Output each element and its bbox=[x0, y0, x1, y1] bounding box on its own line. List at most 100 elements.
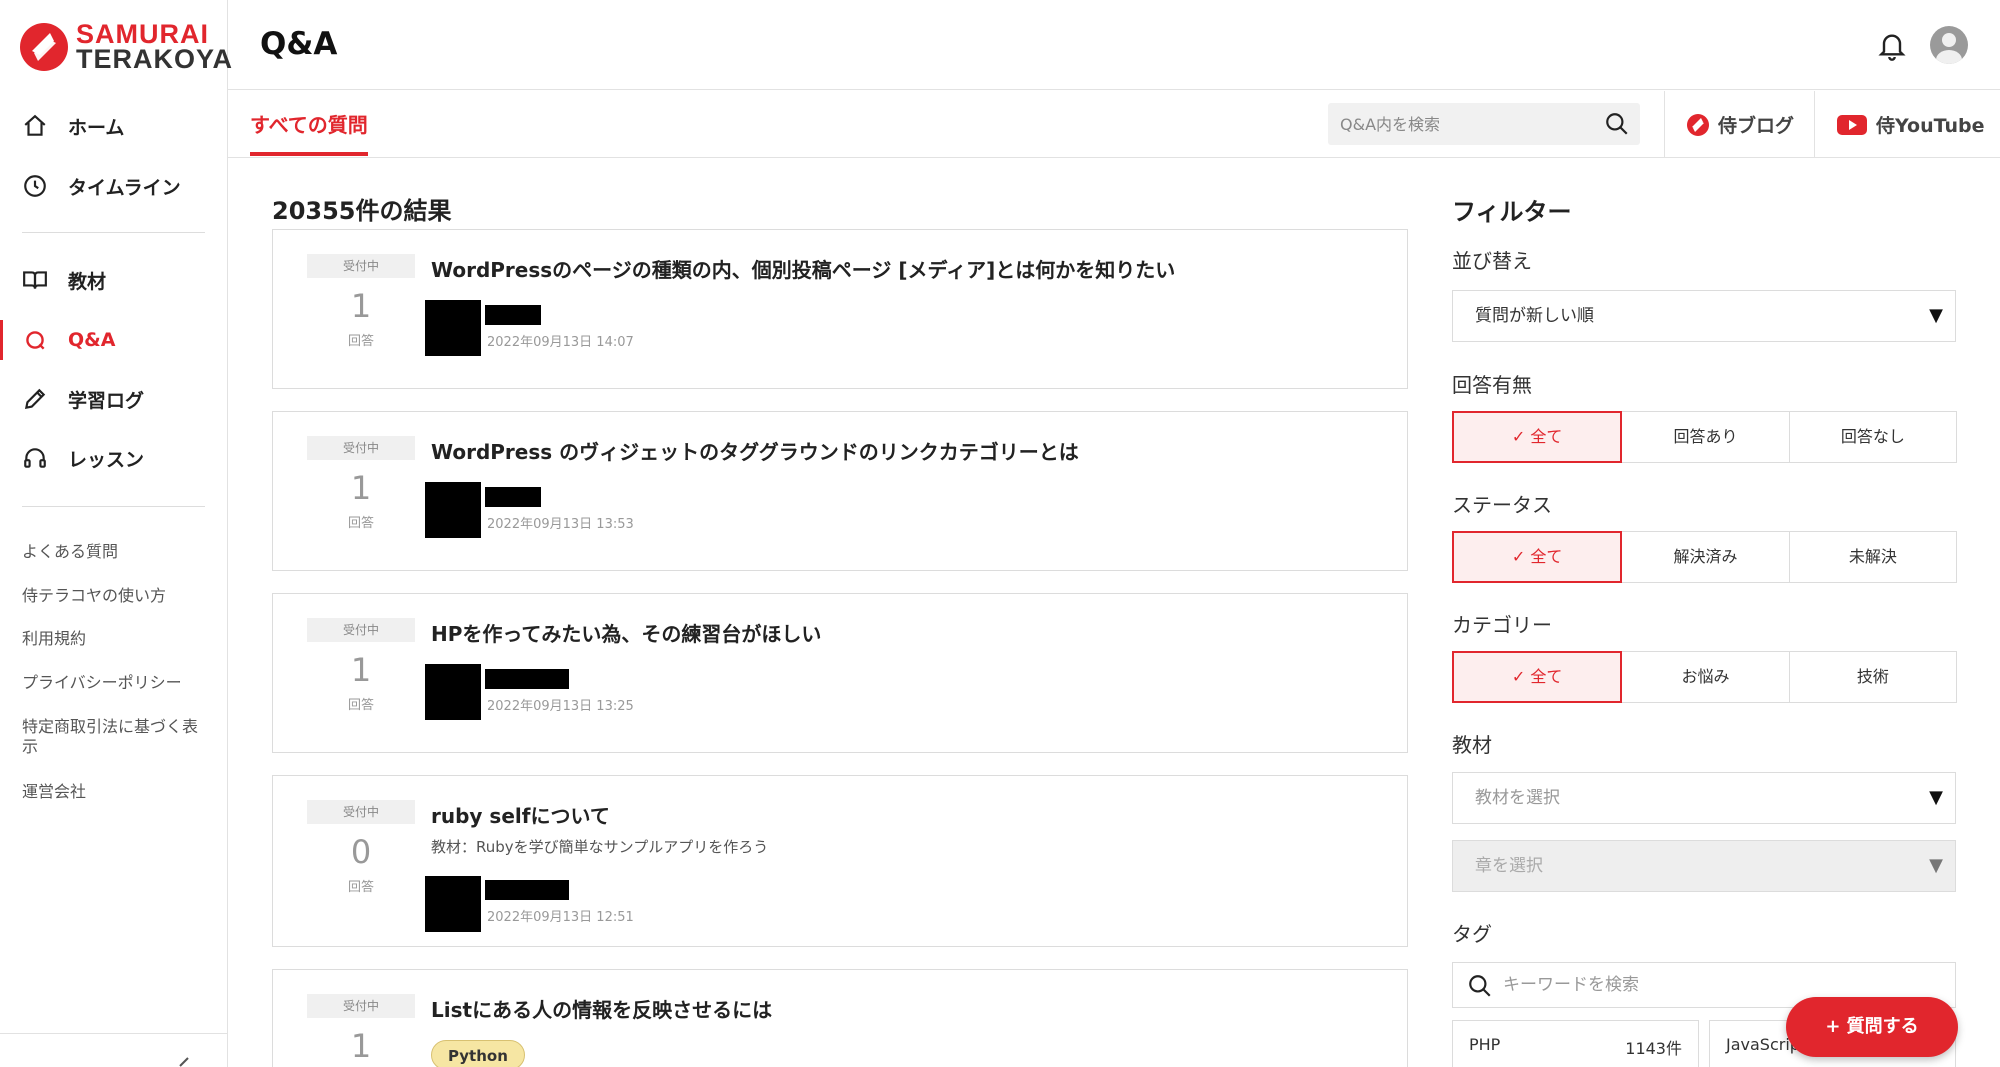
qa-icon bbox=[26, 331, 45, 350]
answer-filter-all[interactable]: ✓ 全て bbox=[1452, 411, 1623, 463]
subbar-separator bbox=[1664, 91, 1665, 158]
footer-link-howto[interactable]: 侍テラコヤの使い方 bbox=[22, 586, 212, 606]
question-title[interactable]: HPを作ってみたい為、その練習台がほしい bbox=[431, 618, 821, 647]
youtube-link[interactable]: 侍YouTube bbox=[1836, 111, 1984, 138]
question-card[interactable]: 受付中 1 回答 WordPress のヴィジェットのタググラウンドのリンクカテ… bbox=[272, 411, 1408, 571]
bell-icon[interactable] bbox=[1876, 29, 1908, 65]
sort-select[interactable]: 質問が新しい順 ▼ bbox=[1452, 290, 1956, 342]
question-title[interactable]: WordPress のヴィジェットのタググラウンドのリンクカテゴリーとは bbox=[431, 436, 1079, 465]
footer-link-terms[interactable]: 利用規約 bbox=[22, 629, 212, 649]
status-filter-label: ステータス bbox=[1452, 493, 1552, 517]
footer-link-faq[interactable]: よくある質問 bbox=[22, 542, 212, 562]
nav-label-timeline: タイムライン bbox=[68, 176, 181, 199]
tag-option-name: PHP bbox=[1469, 1035, 1501, 1054]
tab-all-questions[interactable]: すべての質問 bbox=[250, 109, 368, 156]
chapter-select: 章を選択 ▼ bbox=[1452, 840, 1956, 892]
category-filter-tech[interactable]: 技術 bbox=[1788, 651, 1957, 703]
sidebar-collapse[interactable] bbox=[0, 1033, 227, 1067]
answer-count: 1 bbox=[350, 469, 372, 507]
answer-count-label: 回答 bbox=[347, 698, 374, 713]
question-card[interactable]: 受付中 1 回答 WordPressのページの種類の内、個別投稿ページ [メディ… bbox=[272, 229, 1408, 389]
qa-search-input[interactable] bbox=[1328, 103, 1598, 145]
tag-option[interactable]: PHP 1143件 bbox=[1452, 1020, 1699, 1067]
nav-item-learning-log[interactable]: 学習ログ bbox=[0, 373, 227, 425]
author-name-redacted bbox=[485, 880, 569, 900]
page-title: Q&A bbox=[260, 26, 338, 62]
answer-count: 0 bbox=[350, 833, 372, 871]
nav-item-materials[interactable]: 教材 bbox=[0, 254, 227, 306]
nav-divider bbox=[22, 232, 205, 233]
check-icon: ✓ bbox=[1511, 427, 1531, 446]
answer-filter-all-label: 全て bbox=[1530, 427, 1563, 446]
question-card[interactable]: 受付中 1 Listにある人の情報を反映させるには Python bbox=[272, 969, 1408, 1067]
answer-count: 1 bbox=[350, 651, 372, 689]
question-date: 2022年09月13日 13:53 bbox=[487, 517, 634, 532]
question-title[interactable]: ruby selfについて bbox=[431, 800, 610, 829]
answer-count: 1 bbox=[350, 287, 372, 325]
author-avatar[interactable] bbox=[425, 482, 481, 538]
material-select[interactable]: 教材を選択 ▼ bbox=[1452, 772, 1956, 824]
category-filter-label: カテゴリー bbox=[1452, 613, 1552, 637]
status-filter-unresolved[interactable]: 未解決 bbox=[1788, 531, 1957, 583]
nav-label-lessons: レッスン bbox=[68, 448, 145, 471]
question-date: 2022年09月13日 13:25 bbox=[487, 699, 634, 714]
check-icon: ✓ bbox=[1511, 667, 1531, 686]
nav-item-qa[interactable]: Q&A bbox=[0, 314, 227, 366]
pencil-icon bbox=[24, 388, 46, 410]
author-avatar[interactable] bbox=[425, 876, 481, 932]
sub-navigation: すべての質問 侍ブログ 侍YouTube bbox=[228, 91, 2000, 158]
youtube-link-label: 侍YouTube bbox=[1876, 115, 1985, 137]
category-filter-all[interactable]: ✓ 全て bbox=[1452, 651, 1623, 703]
answer-filter-answered[interactable]: 回答あり bbox=[1621, 411, 1790, 463]
author-avatar[interactable] bbox=[425, 664, 481, 720]
footer-link-commerce-law[interactable]: 特定商取引法に基づく表示 bbox=[22, 717, 207, 757]
category-filter: ✓ 全て お悩み 技術 bbox=[1452, 651, 1957, 703]
top-header: Q&A bbox=[228, 0, 2000, 90]
status-filter-resolved[interactable]: 解決済み bbox=[1621, 531, 1790, 583]
footer-link-privacy[interactable]: プライバシーポリシー bbox=[22, 673, 212, 693]
sort-label: 並び替え bbox=[1452, 249, 1532, 273]
user-avatar[interactable] bbox=[1930, 26, 1968, 64]
brand-wordmark: SAMURAI TERAKOYA bbox=[76, 21, 233, 73]
search-icon bbox=[1469, 975, 1491, 997]
nav-item-home[interactable]: ホーム bbox=[0, 100, 227, 152]
status-badge: 受付中 bbox=[307, 994, 415, 1018]
nav-label-qa: Q&A bbox=[68, 329, 116, 351]
brand-logo[interactable]: SAMURAI TERAKOYA bbox=[20, 21, 233, 73]
ask-question-button[interactable]: + 質問する bbox=[1786, 997, 1958, 1057]
tag-pill[interactable]: Python bbox=[431, 1040, 525, 1067]
caret-down-icon: ▼ bbox=[1929, 787, 1943, 808]
caret-down-icon: ▼ bbox=[1929, 305, 1943, 326]
app-root: SAMURAI TERAKOYA ホーム タイムライン 教材 Q&A 学習ログ … bbox=[0, 0, 2000, 1067]
blog-link[interactable]: 侍ブログ bbox=[1686, 111, 1794, 138]
status-filter-all[interactable]: ✓ 全て bbox=[1452, 531, 1623, 583]
author-name-redacted bbox=[485, 305, 541, 325]
qa-search bbox=[1328, 103, 1640, 145]
answer-count: 1 bbox=[350, 1027, 372, 1065]
footer-link-company[interactable]: 運営会社 bbox=[22, 782, 212, 802]
answer-count-label: 回答 bbox=[347, 516, 374, 531]
search-icon[interactable] bbox=[1604, 111, 1630, 137]
answer-count-label: 回答 bbox=[347, 334, 374, 349]
nav-label-home: ホーム bbox=[68, 116, 125, 139]
question-date: 2022年09月13日 12:51 bbox=[487, 910, 634, 925]
youtube-icon bbox=[1837, 114, 1867, 135]
filters-title: フィルター bbox=[1452, 198, 1572, 226]
subbar-separator-2 bbox=[1814, 91, 1815, 158]
question-title[interactable]: Listにある人の情報を反映させるには bbox=[431, 994, 772, 1023]
question-card[interactable]: 受付中 1 回答 HPを作ってみたい為、その練習台がほしい 2022年09月13… bbox=[272, 593, 1408, 753]
nav-label-materials: 教材 bbox=[68, 270, 107, 293]
nav-item-timeline[interactable]: タイムライン bbox=[0, 160, 227, 212]
category-filter-worries[interactable]: お悩み bbox=[1621, 651, 1790, 703]
answer-count-label: 回答 bbox=[347, 880, 374, 895]
author-avatar[interactable] bbox=[425, 300, 481, 356]
sort-select-value: 質問が新しい順 bbox=[1475, 306, 1594, 326]
samurai-blog-icon bbox=[1687, 113, 1709, 136]
nav-item-lessons[interactable]: レッスン bbox=[0, 432, 227, 484]
question-card[interactable]: 受付中 0 回答 ruby selfについて 教材：Rubyを学び簡単なサンプル… bbox=[272, 775, 1408, 947]
collapse-icon bbox=[179, 1057, 189, 1067]
blog-link-label: 侍ブログ bbox=[1718, 115, 1795, 137]
answer-filter-unanswered[interactable]: 回答なし bbox=[1788, 411, 1957, 463]
material-filter-label: 教材 bbox=[1452, 733, 1492, 757]
question-title[interactable]: WordPressのページの種類の内、個別投稿ページ [メディア]とは何かを知り… bbox=[431, 254, 1175, 283]
